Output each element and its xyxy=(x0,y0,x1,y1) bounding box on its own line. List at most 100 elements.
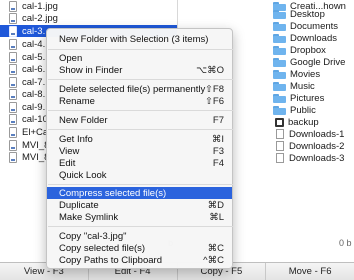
file-name: Public xyxy=(290,104,316,116)
menu-item-copy-selected[interactable]: Copy selected file(s) ⌘C xyxy=(47,242,232,254)
menu-item-label: Quick Look xyxy=(59,169,107,181)
menu-separator xyxy=(48,129,233,130)
menu-item-shortcut: ⌘C xyxy=(207,242,224,254)
image-file-icon xyxy=(8,51,18,63)
menu-item-show-in-finder[interactable]: Show in Finder ⌥⌘O xyxy=(47,64,232,76)
file-name: cal-10 xyxy=(22,113,48,125)
file-row[interactable]: Downloads xyxy=(273,32,337,44)
menu-item-shortcut: ⌘D xyxy=(207,199,224,211)
menu-item-view[interactable]: View F3 xyxy=(47,145,232,157)
file-row[interactable]: Public xyxy=(273,104,316,116)
file-name: cal-7. xyxy=(22,76,46,88)
video-file-icon xyxy=(8,151,18,163)
image-file-icon xyxy=(8,88,18,100)
menu-item-shortcut: ⇧F6 xyxy=(204,95,224,107)
menu-item-quick-look[interactable]: Quick Look xyxy=(47,169,232,181)
menu-item-shortcut: ⌥⌘O xyxy=(196,64,224,76)
menu-item-delete-permanently[interactable]: Delete selected file(s) permanently ⇧F8 xyxy=(47,83,232,95)
file-row[interactable]: Google Drive xyxy=(273,56,345,68)
menu-item-new-folder-with-selection[interactable]: New Folder with Selection (3 items) xyxy=(47,33,232,45)
file-row[interactable]: Documents xyxy=(273,20,338,32)
file-name: cal-4. xyxy=(22,38,46,50)
folder-icon xyxy=(273,69,286,79)
menu-item-edit[interactable]: Edit F4 xyxy=(47,157,232,169)
menu-item-get-info[interactable]: Get Info ⌘I xyxy=(47,133,232,145)
menu-item-new-folder[interactable]: New Folder F7 xyxy=(47,114,232,126)
file-name: cal-1.jpg xyxy=(22,0,58,12)
menu-item-shortcut: F7 xyxy=(212,114,224,126)
file-row[interactable]: Downloads-3 xyxy=(273,152,344,164)
file-row[interactable]: Downloads-1 xyxy=(273,128,344,140)
file-name: Music xyxy=(290,80,315,92)
file-name: Movies xyxy=(290,68,321,80)
menu-item-label: View xyxy=(59,145,80,157)
menu-item-shortcut: ⌘I xyxy=(211,133,224,145)
menu-item-copy-paths[interactable]: Copy Paths to Clipboard ^⌘C xyxy=(47,254,232,266)
file-row[interactable]: Movies xyxy=(273,68,320,80)
folder-icon xyxy=(273,45,286,55)
menu-item-label: Compress selected file(s) xyxy=(59,187,167,199)
image-file-icon xyxy=(8,12,18,24)
menu-item-rename[interactable]: Rename ⇧F6 xyxy=(47,95,232,107)
image-file-icon xyxy=(8,113,18,125)
menu-separator xyxy=(48,184,233,185)
file-row[interactable]: Dropbox xyxy=(273,44,326,56)
file-row[interactable]: Downloads-2 xyxy=(273,140,344,152)
menu-item-copy-name[interactable]: Copy "cal-3.jpg" xyxy=(47,230,232,242)
menu-separator xyxy=(48,79,233,80)
alias-icon xyxy=(275,117,284,127)
image-file-icon xyxy=(8,0,18,12)
file-name: El+Ca xyxy=(22,126,49,138)
file-name: Dropbox xyxy=(290,44,326,56)
video-file-icon xyxy=(8,139,18,151)
file-name: cal-8. xyxy=(22,88,46,100)
menu-item-label: New Folder with Selection (3 items) xyxy=(59,33,209,45)
menu-item-label: Edit xyxy=(59,157,76,169)
file-row[interactable]: Desktop xyxy=(273,8,325,20)
file-name: backup xyxy=(288,116,319,128)
folder-icon xyxy=(273,57,286,67)
file-icon xyxy=(276,153,284,163)
image-file-icon xyxy=(8,76,18,88)
menu-item-label: Open xyxy=(59,52,83,64)
file-name: cal-5. xyxy=(22,51,46,63)
menu-item-shortcut: F4 xyxy=(212,157,224,169)
file-row[interactable]: Pictures xyxy=(273,92,324,104)
folder-icon xyxy=(273,21,286,31)
file-row[interactable]: cal-2.jpg xyxy=(0,12,177,24)
file-name: Downloads-2 xyxy=(289,140,345,152)
file-row[interactable]: cal-1.jpg xyxy=(0,0,177,12)
menu-item-open[interactable]: Open xyxy=(47,52,232,64)
file-name: cal-3. xyxy=(22,25,46,37)
menu-item-label: Copy selected file(s) xyxy=(59,242,146,254)
menu-item-make-symlink[interactable]: Make Symlink ⌘L xyxy=(47,211,232,223)
menu-item-label: Copy Paths to Clipboard xyxy=(59,254,162,266)
file-name: cal-9. xyxy=(22,101,46,113)
menu-item-shortcut: ⇧F8 xyxy=(204,83,224,95)
menu-item-label: Get Info xyxy=(59,133,93,145)
menu-item-label: Duplicate xyxy=(59,199,99,211)
image-file-icon xyxy=(8,126,18,138)
menu-item-label: New Folder xyxy=(59,114,108,126)
file-icon xyxy=(276,141,284,151)
menu-item-duplicate[interactable]: Duplicate ⌘D xyxy=(47,199,232,211)
move-button[interactable]: Move - F6 xyxy=(266,263,354,280)
menu-separator xyxy=(48,226,233,227)
menu-separator xyxy=(48,110,233,111)
file-name: cal-6. xyxy=(22,63,46,75)
menu-item-shortcut: ⌘L xyxy=(209,211,224,223)
file-row[interactable]: backup xyxy=(273,116,319,128)
image-file-icon xyxy=(8,38,18,50)
folder-icon xyxy=(273,9,286,19)
image-file-icon xyxy=(8,101,18,113)
image-file-icon xyxy=(8,63,18,75)
file-name: Pictures xyxy=(290,92,325,104)
file-row[interactable]: Music xyxy=(273,80,315,92)
menu-item-compress[interactable]: Compress selected file(s) xyxy=(47,187,232,199)
file-name: cal-2.jpg xyxy=(22,12,58,24)
file-name: Google Drive xyxy=(290,56,346,68)
menu-item-label: Rename xyxy=(59,95,95,107)
file-name: Documents xyxy=(290,20,339,32)
menu-item-shortcut: F3 xyxy=(212,145,224,157)
folder-icon xyxy=(273,105,286,115)
